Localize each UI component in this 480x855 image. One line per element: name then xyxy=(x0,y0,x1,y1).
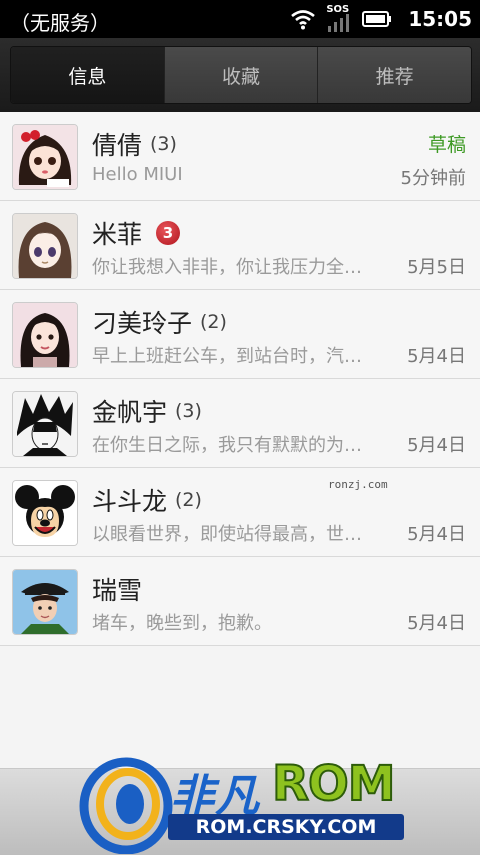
avatar[interactable] xyxy=(12,124,78,190)
avatar[interactable] xyxy=(12,213,78,279)
contact-name: 刁美玲子 xyxy=(92,309,193,338)
contact-name: 倩倩 xyxy=(92,131,143,160)
contact-name: 金帆宇 xyxy=(92,398,168,427)
clock: 15:05 xyxy=(408,7,472,31)
message-count: (3) xyxy=(175,400,202,422)
tab-favorites[interactable]: 收藏 xyxy=(163,47,318,103)
message-count: (3) xyxy=(150,133,177,155)
conversation-row[interactable]: 倩倩 (3) 草稿 Hello MIUI 5分钟前 xyxy=(0,112,480,201)
logo-text-rom: ROM xyxy=(271,755,397,813)
avatar[interactable] xyxy=(12,480,78,546)
status-icons: SOS 15:05 xyxy=(290,0,472,38)
wifi-icon xyxy=(291,10,316,30)
message-preview: 以眼看世界，即使站得最高，世… xyxy=(92,524,362,545)
message-time: 5月4日 xyxy=(407,524,466,545)
conversation-row[interactable]: 刁美玲子 (2) 早上上班赶公车，到站台时，汽… 5月4日 xyxy=(0,290,480,379)
message-time: 5分钟前 xyxy=(400,168,466,189)
name-line: 金帆宇 (3) xyxy=(92,393,202,429)
message-time: 5月4日 xyxy=(407,435,466,456)
message-preview: 在你生日之际，我只有默默的为… xyxy=(92,435,362,456)
message-preview: 你让我想入非非，你让我压力全… xyxy=(92,257,362,278)
name-line: 米菲 3 xyxy=(92,215,181,251)
status-bar: （无服务） SOS 15:05 xyxy=(0,0,480,38)
avatar[interactable] xyxy=(12,302,78,368)
message-time: 5月5日 xyxy=(407,257,466,278)
conversation-row[interactable]: 金帆宇 (3) 在你生日之际，我只有默默的为… 5月4日 xyxy=(0,379,480,468)
tab-messages[interactable]: 信息 xyxy=(11,47,164,103)
logo-url: ROM.CRSKY.COM xyxy=(168,814,404,840)
watermark-text: ronzj.com xyxy=(328,478,388,491)
draft-label: 草稿 xyxy=(427,134,466,156)
signal-icon: SOS xyxy=(326,4,352,34)
name-line: 瑞雪 xyxy=(92,571,142,607)
unread-badge: 3 xyxy=(156,221,181,245)
message-time: 5月4日 xyxy=(407,346,466,367)
avatar[interactable] xyxy=(12,391,78,457)
conversation-row[interactable]: 斗斗龙 (2) 以眼看世界，即使站得最高，世… 5月4日 xyxy=(0,468,480,557)
message-count: (2) xyxy=(200,311,227,333)
message-count: (2) xyxy=(175,489,202,511)
name-line: 刁美玲子 (2) xyxy=(92,304,227,340)
name-line: 倩倩 (3) xyxy=(92,126,177,162)
tab-recommended[interactable]: 推荐 xyxy=(317,47,471,103)
contact-name: 米菲 xyxy=(92,220,143,249)
conversation-list: 倩倩 (3) 草稿 Hello MIUI 5分钟前 米菲 3 你让我想入非非，你… xyxy=(0,112,480,646)
name-line: 斗斗龙 (2) xyxy=(92,482,202,518)
tab-bar: 信息 收藏 推荐 xyxy=(0,38,480,112)
battery-icon xyxy=(362,11,392,27)
carrier-text: （无服务） xyxy=(10,11,110,35)
contact-name: 瑞雪 xyxy=(92,576,143,605)
message-time: 5月4日 xyxy=(407,613,466,634)
conversation-row[interactable]: 米菲 3 你让我想入非非，你让我压力全… 5月5日 xyxy=(0,201,480,290)
tabs-container: 信息 收藏 推荐 xyxy=(10,46,472,104)
message-preview: Hello MIUI xyxy=(92,164,183,185)
conversation-row[interactable]: 瑞雪 堵车，晚些到，抱歉。 5月4日 xyxy=(0,557,480,646)
message-preview: 堵车，晚些到，抱歉。 xyxy=(92,613,272,634)
avatar[interactable] xyxy=(12,569,78,635)
message-preview: 早上上班赶公车，到站台时，汽… xyxy=(92,346,362,367)
contact-name: 斗斗龙 xyxy=(92,487,168,516)
